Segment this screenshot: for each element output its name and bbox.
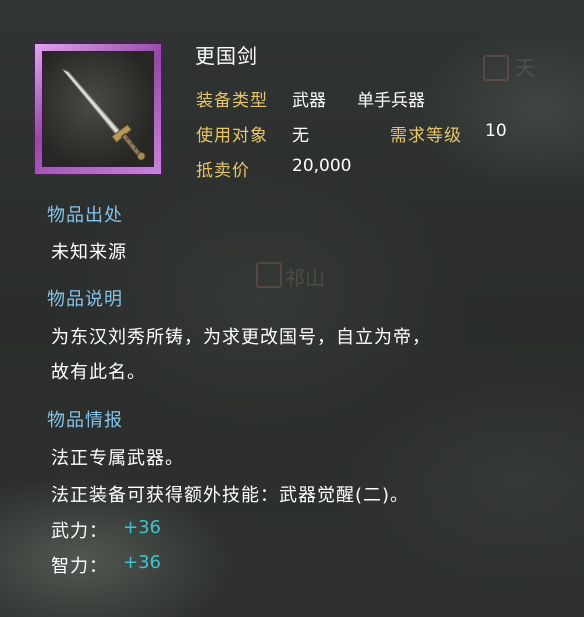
map-place-label: 祁山 [285,266,325,290]
description-heading: 物品说明 [47,289,123,310]
equip-type-value: 武器 [292,91,326,111]
stat-strength-label: 武力： [51,521,108,542]
sell-price-label: 抵卖价 [196,161,250,181]
map-place-label: 天 [515,56,535,80]
equip-subtype-value: 单手兵器 [357,91,425,111]
info-line: 法正专属武器。 [51,448,184,469]
required-level-label: 需求等级 [390,126,462,146]
description-line: 故有此名。 [51,362,146,383]
sell-price-value: 20,000 [292,156,352,176]
required-level-value: 10 [485,121,507,141]
user-label: 使用对象 [196,126,268,146]
origin-text: 未知来源 [51,242,127,263]
item-icon-frame [33,42,163,176]
map-marker-icon [256,262,282,288]
stat-intelligence-label: 智力： [51,556,108,577]
item-name: 更国剑 [195,44,258,68]
equip-type-label: 装备类型 [196,91,268,111]
description-line: 为东汉刘秀所铸，为求更改国号，自立为帝， [51,327,431,348]
info-heading: 物品情报 [47,410,123,431]
stat-intelligence-value: +36 [123,552,161,573]
user-value: 无 [292,126,309,146]
stat-strength-value: +36 [123,517,161,538]
info-line: 法正装备可获得额外技能：武器觉醒(二)。 [51,485,410,506]
sword-icon [42,51,154,167]
map-marker-icon [483,55,509,81]
origin-heading: 物品出处 [47,205,123,226]
